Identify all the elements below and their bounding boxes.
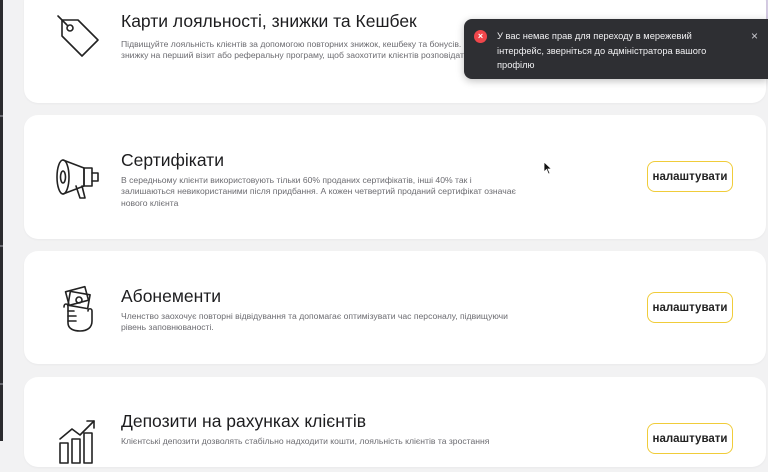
card-title: Карти лояльності, знижки та Кешбек (121, 11, 417, 31)
close-icon[interactable]: × (751, 29, 758, 43)
error-icon: × (474, 30, 487, 43)
error-toast: × У вас немає прав для переходу в мереже… (464, 19, 768, 79)
edge-tick (0, 245, 3, 247)
toast-message: У вас немає прав для переходу в мережеви… (497, 31, 707, 70)
card-title: Депозити на рахунках клієнтів (121, 411, 367, 431)
card-description: Підвищуйте лояльність клієнтів за допомо… (121, 39, 520, 61)
price-tag-icon (54, 12, 104, 62)
card-memberships: Абонементи Членство заохочує повторні ві… (24, 251, 766, 364)
card-title: Абонементи (121, 286, 222, 306)
left-edge-bar (0, 0, 3, 441)
megaphone-icon (54, 152, 104, 202)
card-description: В середньому клієнти використовують тіль… (121, 175, 516, 208)
configure-certificates-button[interactable]: налаштувати (647, 161, 733, 192)
card-title: Сертифікати (121, 150, 224, 170)
card-certificates: Сертифікати В середньому клієнти викорис… (24, 115, 766, 239)
edge-tick (0, 383, 3, 385)
card-description: Членство заохочує повторні відвідування … (121, 311, 508, 333)
growth-chart-icon (54, 417, 104, 467)
card-deposits: Депозити на рахунках клієнтів Клієнтські… (24, 377, 766, 467)
edge-tick (0, 115, 3, 117)
card-description: Клієнтські депозити дозволять стабільно … (121, 436, 490, 446)
mouse-pointer-icon (543, 161, 553, 180)
configure-deposits-button[interactable]: налаштувати (647, 423, 733, 454)
configure-memberships-button[interactable]: налаштувати (647, 292, 733, 323)
hand-with-cash-icon (54, 285, 104, 335)
